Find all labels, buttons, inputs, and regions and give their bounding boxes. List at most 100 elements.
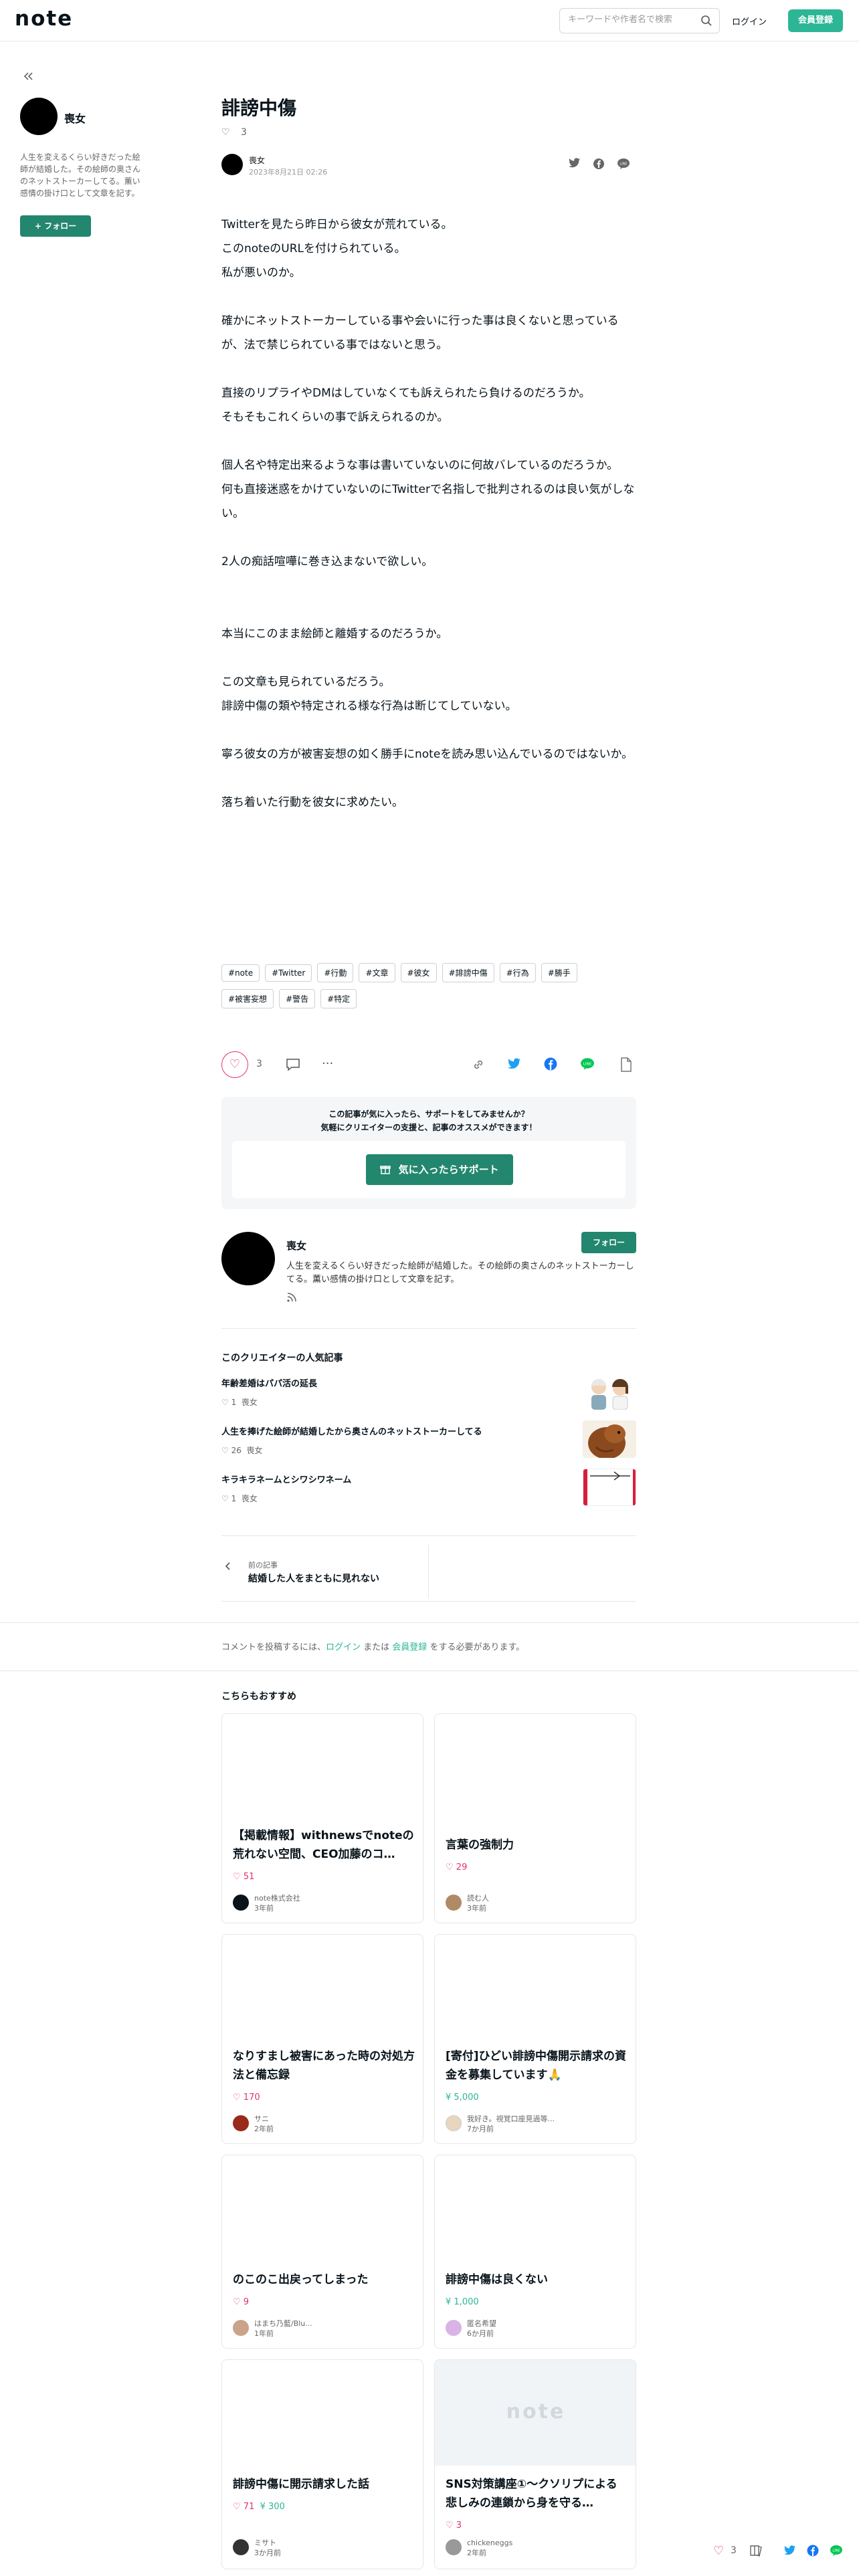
floating-action-bar: ♡ 3 LINE [710, 2539, 851, 2563]
creator-follow-button[interactable]: フォロー [581, 1232, 636, 1253]
support-line-2: 気軽にクリエイターの支援と、記事のオススメができます！ [320, 1123, 537, 1132]
card-likes-count: 51 [243, 1872, 255, 1882]
twitter-icon[interactable] [508, 1058, 521, 1073]
popular-item-thumbnail[interactable] [583, 1469, 636, 1506]
prev-article-link[interactable]: 前の記事 結婚した人をまともに見れない [221, 1545, 429, 1598]
recommend-card[interactable]: 言葉の強制力 ♡ 29 読む人 3年前 [434, 1713, 636, 1923]
article-paragraph [221, 766, 636, 790]
collapse-sidebar-icon[interactable] [23, 71, 33, 84]
hashtag-link[interactable]: #Twitter [265, 964, 312, 982]
card-placeholder-image: note [435, 2360, 636, 2466]
hashtag-link[interactable]: #警告 [279, 989, 316, 1008]
heart-icon[interactable]: ♡ [713, 2544, 724, 2558]
article-paragraph: そもそもこれくらいの事で訴えられるのか。 [221, 411, 449, 424]
article-paragraph: 誹謗中傷の類や特定される様な行為は断じてしていない。 [221, 700, 517, 713]
recommend-card[interactable]: なりすまし被害にあった時の対処方法と備忘録 ♡ 170 サニ 2年前 [221, 1934, 423, 2144]
popular-item-title[interactable]: 人生を捧げた絵師が結婚したから奥さんのネットストーカーしてる [221, 1424, 482, 1437]
author-name[interactable]: 喪女 [249, 154, 265, 166]
recommend-card[interactable]: 誹謗中傷に開示請求した話 ♡ 71 ¥ 300 ミサト 3か月前 [221, 2359, 423, 2569]
heart-icon: ♡ [221, 1494, 229, 1503]
hashtag-link[interactable]: #行動 [317, 963, 354, 982]
search-input[interactable] [568, 15, 695, 25]
card-likes-count: 29 [456, 1862, 468, 1872]
search-box[interactable] [559, 8, 720, 33]
card-author-meta: ミサト 3か月前 [254, 2538, 281, 2558]
recommend-card[interactable]: note SNS対策講座①～クソリプによる悲しみの連鎖から身を守る… ♡ 3 c… [434, 2359, 636, 2569]
comment-login-link[interactable]: ログイン [326, 1642, 361, 1652]
article-paragraph [221, 357, 636, 381]
card-age: 3年前 [254, 1904, 274, 1913]
line-icon[interactable]: LINE [617, 158, 630, 173]
heart-icon[interactable]: ♡ [221, 127, 230, 138]
article-paragraph: Twitterを見たら昨日から彼女が荒れている。 [221, 218, 453, 231]
article-paragraph [221, 574, 636, 598]
twitter-icon[interactable] [784, 2545, 796, 2559]
popular-item-author: 喪女 [241, 1494, 258, 1503]
article-paragraph: 私が悪いのか。 [221, 266, 301, 280]
comment-icon[interactable] [286, 1058, 300, 1074]
twitter-icon[interactable] [569, 158, 581, 171]
hashtag-link[interactable]: #誹謗中傷 [442, 963, 494, 982]
recommend-card[interactable]: 【掲載情報】withnewsでnoteの荒れない空間、CEO加藤のコ… ♡ 51… [221, 1713, 423, 1923]
facebook-icon[interactable] [807, 2545, 819, 2559]
card-author-name: 読む人 [467, 1894, 489, 1903]
hashtag-link[interactable]: #特定 [320, 989, 357, 1008]
card-author-avatar [233, 2115, 249, 2131]
embed-icon[interactable] [620, 1057, 632, 1075]
copy-link-icon[interactable] [472, 1058, 485, 1074]
login-link[interactable]: ログイン [732, 15, 767, 27]
more-options-icon[interactable]: ··· [322, 1057, 333, 1071]
creator-avatar[interactable] [221, 1232, 275, 1285]
card-author-meta: はまち乃藍/Blu... 1年前 [254, 2319, 312, 2339]
card-author-meta: chickeneggs 2年前 [467, 2538, 512, 2558]
hashtag-link[interactable]: #文章 [359, 963, 395, 982]
sidebar-author-name[interactable]: 喪女 [64, 110, 86, 126]
line-icon[interactable]: LINE [580, 1057, 595, 1073]
recommend-card[interactable]: [寄付]ひどい誹謗中傷開示請求の資金を募集しています🙏 ¥ 5,000 我好き。… [434, 1934, 636, 2144]
top-like[interactable]: ♡ 3 [221, 127, 247, 138]
popular-item-title[interactable]: キラキラネームとシワシワネーム [221, 1473, 351, 1485]
card-title: 誹謗中傷は良くない [446, 2273, 548, 2286]
card-title: のこのこ出戻ってしまった [233, 2273, 369, 2286]
chevron-left-icon [224, 1561, 231, 1574]
prev-article-title: 結婚した人をまともに見れない [248, 1574, 379, 1584]
article-paragraph: 何も直接迷惑をかけていないのにTwitterで名指しで批判されるのは良い気がしな… [221, 483, 635, 520]
hashtag-link[interactable]: #彼女 [400, 963, 437, 982]
signup-button[interactable]: 会員登録 [788, 9, 843, 32]
popular-item-title[interactable]: 年齢差婚はパパ活の延長 [221, 1376, 317, 1389]
divider [0, 1622, 859, 1623]
popular-item-author: 喪女 [246, 1446, 263, 1455]
sidebar-avatar[interactable] [20, 98, 58, 135]
facebook-icon[interactable] [544, 1057, 557, 1073]
support-button-label: 気に入ったらサポート [398, 1164, 499, 1176]
rss-icon[interactable] [286, 1292, 297, 1305]
divider [221, 1328, 636, 1329]
search-icon[interactable] [700, 15, 712, 29]
creator-name[interactable]: 喪女 [286, 1239, 306, 1253]
note-logo[interactable]: note [15, 7, 73, 31]
recommend-card[interactable]: 誹謗中傷は良くない ¥ 1,000 匿名希望 6か月前 [434, 2155, 636, 2349]
hashtag-link[interactable]: #行為 [499, 963, 536, 982]
popular-item-thumbnail[interactable] [583, 1372, 636, 1410]
hashtag-link[interactable]: #勝手 [541, 963, 577, 982]
recommend-card[interactable]: のこのこ出戻ってしまった ♡ 9 はまち乃藍/Blu... 1年前 [221, 2155, 423, 2349]
heart-icon: ♡ [233, 2092, 241, 2103]
author-avatar[interactable] [221, 154, 243, 175]
hashtag-link[interactable]: #note [221, 964, 260, 982]
card-likes: ♡ 9 [233, 2297, 249, 2307]
sidebar-bio: 人生を変えるくらい好きだった絵師が結婚した。その絵師の奥さんのネットストーカーし… [20, 152, 141, 198]
card-author-name: サニ [254, 2115, 269, 2123]
facebook-icon[interactable] [593, 158, 605, 173]
like-button[interactable]: ♡ [221, 1051, 248, 1078]
article-paragraph: この文章も見られているだろう。 [221, 675, 391, 689]
heart-icon: ♡ [233, 2297, 241, 2307]
support-button[interactable]: 気に入ったらサポート [366, 1154, 513, 1185]
article-paragraph [221, 646, 636, 670]
magazine-icon[interactable] [749, 2545, 763, 2559]
hashtag-link[interactable]: #被害妄想 [221, 989, 274, 1008]
sidebar-follow-button[interactable]: + フォロー [20, 215, 91, 237]
comment-signup-link[interactable]: 会員登録 [392, 1642, 427, 1652]
line-icon[interactable]: LINE [830, 2545, 843, 2559]
popular-item-thumbnail[interactable] [583, 1420, 636, 1458]
prev-article-label: 前の記事 [248, 1561, 278, 1570]
